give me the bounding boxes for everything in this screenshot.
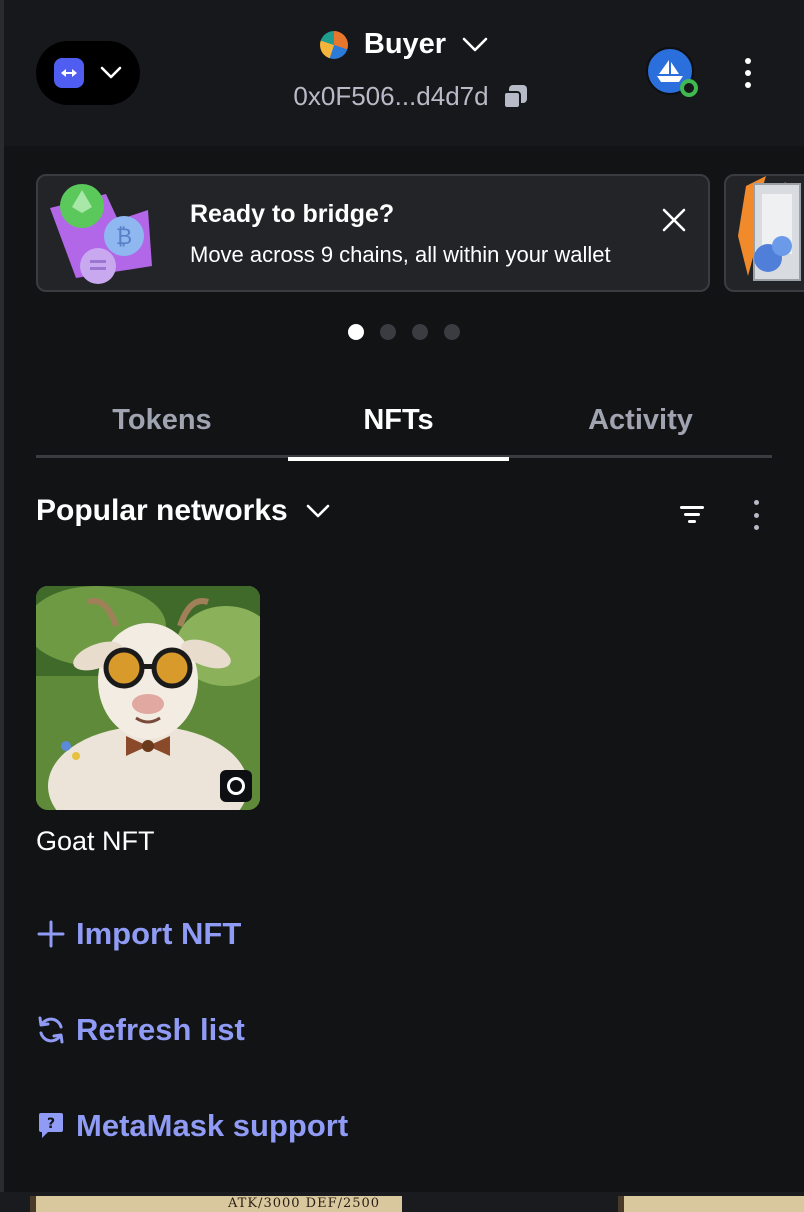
question-chat-icon: ? (39, 1113, 63, 1138)
banner-title: Ready to bridge? (190, 200, 395, 228)
asset-tabs: Tokens NFTs Activity (36, 382, 772, 461)
sort-filter-icon[interactable] (678, 502, 706, 526)
account-chevron-down-icon (462, 37, 488, 51)
account-avatar (319, 30, 348, 59)
account-options-button[interactable] (742, 58, 754, 88)
carousel-pagination (348, 324, 460, 340)
tab-tokens[interactable]: Tokens (36, 382, 288, 458)
svg-text:₿: ₿ (116, 225, 132, 250)
connected-site-avatar[interactable] (646, 47, 698, 97)
carousel-dot-4[interactable] (444, 324, 460, 340)
nft-name[interactable]: Goat NFT (36, 826, 155, 857)
copy-icon[interactable] (502, 84, 527, 109)
account-name: Buyer (363, 28, 447, 60)
close-icon[interactable] (658, 204, 690, 236)
import-nft-label: Import NFT (76, 916, 242, 951)
network-badge-icon (220, 770, 252, 802)
robot-card-illustration (738, 176, 801, 281)
import-nft-link[interactable]: Import NFT (36, 916, 241, 952)
window-edge (0, 0, 4, 1212)
tab-nfts[interactable]: NFTs (288, 382, 509, 461)
refresh-list-label: Refresh list (76, 1012, 245, 1047)
carousel-dot-3[interactable] (412, 324, 428, 340)
account-address: 0x0F506...d4d7d (293, 81, 489, 111)
network-filter-button[interactable]: Popular networks (36, 494, 330, 528)
connected-status-dot (680, 79, 698, 97)
bridge-banner[interactable]: ₿ Ready to bridge? Move across 9 chains,… (36, 174, 710, 292)
refresh-icon (38, 1016, 64, 1044)
tab-activity[interactable]: Activity (509, 382, 772, 458)
carousel-dot-2[interactable] (380, 324, 396, 340)
refresh-list-link[interactable]: Refresh list (36, 1012, 245, 1048)
chevron-down-icon (306, 504, 330, 518)
more-options-icon[interactable] (750, 500, 762, 530)
plus-icon (37, 920, 65, 948)
banner-text: Move across 9 chains, all within your wa… (190, 242, 611, 267)
header: Buyer 0x0F506...d4d7d (4, 0, 804, 146)
filter-row: Popular networks (36, 494, 772, 538)
metamask-support-label: MetaMask support (76, 1108, 349, 1143)
network-filter-label: Popular networks (36, 494, 288, 527)
metamask-support-link[interactable]: ? MetaMask support (36, 1108, 348, 1144)
next-banner-card[interactable] (724, 174, 804, 292)
crypto-coins-illustration: ₿ (50, 184, 152, 284)
carousel-dot-1[interactable] (348, 324, 364, 340)
background-card-stats: ATK/3000 DEF/2500 (228, 1196, 381, 1211)
background-card-right (618, 1196, 804, 1212)
boat-icon (657, 60, 683, 82)
svg-text:?: ? (47, 1116, 55, 1132)
